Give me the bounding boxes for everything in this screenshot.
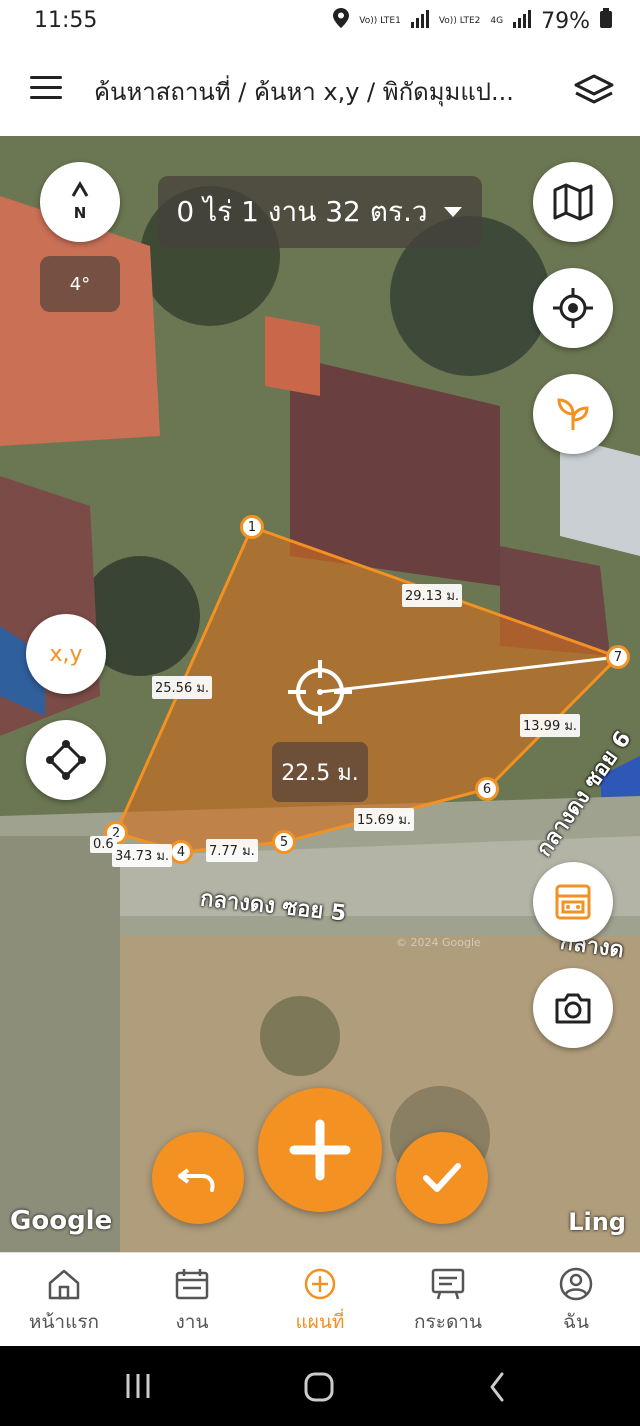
system-nav-bar — [0, 1346, 640, 1426]
segment-length-label: 7.77 ม. — [206, 839, 258, 862]
nav-board-label: กระดาน — [414, 1311, 482, 1333]
point-5-label: 5 — [279, 834, 289, 850]
battery-percent: 79% — [541, 8, 590, 34]
plant-layer-button[interactable] — [533, 374, 613, 454]
network-type: 4G — [490, 15, 504, 26]
point-6-label: 6 — [482, 781, 492, 797]
board-report-icon — [555, 884, 591, 920]
signal-icon — [410, 9, 429, 34]
nav-home-label: หน้าแรก — [28, 1311, 100, 1333]
segment-length-label: 25.56 ม. — [152, 676, 213, 699]
google-logo: Google — [10, 1206, 113, 1236]
point-7-label: 7 — [613, 649, 623, 665]
segment-length-label: 13.99 ม. — [520, 714, 581, 737]
battery-icon — [600, 8, 612, 34]
target-icon — [553, 288, 593, 328]
distance-label: 22.5 ม. — [272, 742, 368, 802]
point-5[interactable]: 5 — [272, 830, 296, 854]
rotation-indicator: 4° — [40, 256, 120, 312]
board-icon — [431, 1268, 465, 1300]
point-4-label: 4 — [176, 844, 186, 860]
user-icon — [559, 1267, 593, 1301]
status-time: 11:55 — [34, 8, 98, 33]
nav-tasks-label: งาน — [175, 1311, 209, 1333]
polygon-tool-button[interactable] — [26, 720, 106, 800]
camera-icon — [555, 993, 591, 1024]
point-7[interactable]: 7 — [606, 645, 630, 669]
map-icon — [553, 183, 593, 221]
nav-profile-label: ฉัน — [563, 1311, 589, 1333]
sim2-label: Vo)) LTE2 — [438, 15, 481, 26]
nav-home[interactable]: หน้าแรก — [0, 1253, 128, 1347]
nav-tasks[interactable]: งาน — [128, 1253, 256, 1347]
menu-icon[interactable] — [30, 76, 62, 100]
my-location-button[interactable] — [533, 268, 613, 348]
area-dropdown[interactable]: 0 ไร่ 1 งาน 32 ตร.ว — [158, 176, 482, 248]
signal-icon — [513, 9, 532, 34]
ling-logo: Ling — [568, 1208, 626, 1236]
nav-map[interactable]: แผนที่ — [256, 1253, 384, 1347]
map-watermark: © 2024 Google — [396, 936, 481, 949]
sprout-icon — [557, 398, 589, 430]
plus-circle-icon — [304, 1268, 336, 1300]
chevron-down-icon — [443, 207, 462, 217]
segment-length-label: 0.6 — [90, 836, 117, 853]
search-breadcrumb[interactable]: ค้นหาสถานที่ / ค้นหา x,y / พิกัดมุมแป... — [94, 72, 554, 111]
crosshair-icon — [286, 658, 354, 726]
segment-length-label: 29.13 ม. — [402, 584, 463, 607]
map-view[interactable]: 1 2 4 5 6 7 29.13 ม. 25.56 ม. 13.99 ม. 1… — [0, 136, 640, 1252]
undo-button[interactable] — [152, 1132, 244, 1224]
home-icon — [48, 1269, 80, 1300]
calendar-icon — [175, 1269, 209, 1300]
map-type-button[interactable] — [533, 162, 613, 242]
recent-apps-icon[interactable] — [122, 1372, 154, 1400]
home-system-icon[interactable] — [302, 1370, 336, 1404]
nav-board[interactable]: กระดาน — [384, 1253, 512, 1347]
status-bar: 11:55 Vo)) LTE1 Vo)) LTE2 4G 79% — [0, 0, 640, 44]
nav-profile[interactable]: ฉัน — [512, 1253, 640, 1347]
area-value: 0 ไร่ 1 งาน 32 ตร.ว — [176, 195, 428, 228]
nav-map-label: แผนที่ — [295, 1311, 345, 1333]
point-4[interactable]: 4 — [169, 840, 193, 864]
layers-icon[interactable] — [572, 72, 616, 108]
sim1-label: Vo)) LTE1 — [359, 15, 401, 26]
confirm-button[interactable] — [396, 1132, 488, 1224]
polygon-icon — [46, 740, 86, 780]
check-icon — [423, 1163, 461, 1192]
xy-coordinate-button[interactable]: x,y — [26, 614, 106, 694]
bottom-nav: หน้าแรก งาน แผนที่ กระดาน ฉัน — [0, 1252, 640, 1347]
segment-length-label: 34.73 ม. — [112, 844, 173, 867]
camera-button[interactable] — [533, 968, 613, 1048]
compass-north-label: N — [73, 204, 87, 222]
location-icon — [333, 8, 350, 34]
report-button[interactable] — [533, 862, 613, 942]
compass-button[interactable]: N — [40, 162, 120, 242]
app-bar: ค้นหาสถานที่ / ค้นหา x,y / พิกัดมุมแป... — [0, 44, 640, 137]
back-icon[interactable] — [486, 1370, 508, 1404]
point-1-label: 1 — [247, 519, 257, 535]
undo-icon — [178, 1168, 215, 1192]
segment-length-label: 15.69 ม. — [354, 808, 415, 831]
plus-icon — [289, 1119, 351, 1181]
add-point-button[interactable] — [258, 1088, 382, 1212]
point-6[interactable]: 6 — [475, 777, 499, 801]
xy-label: x,y — [49, 641, 83, 667]
point-1[interactable]: 1 — [240, 515, 264, 539]
